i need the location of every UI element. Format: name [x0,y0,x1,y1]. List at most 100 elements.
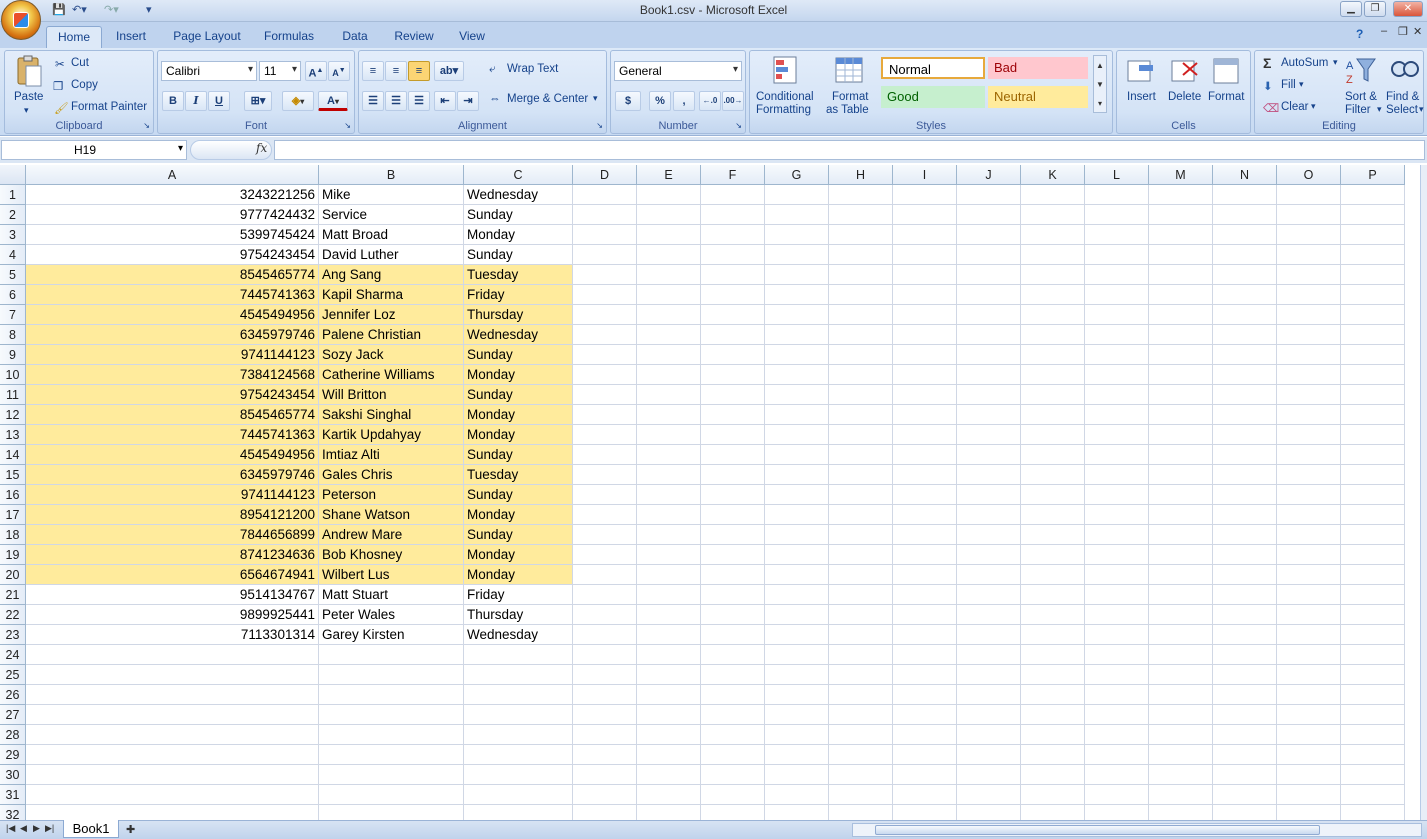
row-header-22[interactable]: 22 [0,605,26,625]
row-header-6[interactable]: 6 [0,285,26,305]
cell-M16[interactable] [1149,485,1213,505]
cell-O20[interactable] [1277,565,1341,585]
cell-O15[interactable] [1277,465,1341,485]
cell-A24[interactable] [26,645,319,665]
cell-O19[interactable] [1277,545,1341,565]
format-cells-button[interactable]: Format [1208,91,1244,103]
cell-I21[interactable] [893,585,957,605]
undo-icon[interactable]: ↶▾ [72,3,87,18]
cell-I5[interactable] [893,265,957,285]
cell-A16[interactable]: 9741144123 [26,485,319,505]
cell-M29[interactable] [1149,745,1213,765]
cell-K2[interactable] [1021,205,1085,225]
cell-M11[interactable] [1149,385,1213,405]
cell-G16[interactable] [765,485,829,505]
cell-E9[interactable] [637,345,701,365]
cell-J16[interactable] [957,485,1021,505]
cell-A26[interactable] [26,685,319,705]
delete-cells-button[interactable]: Delete [1168,91,1201,103]
tab-home[interactable]: Home [46,26,102,48]
row-header-17[interactable]: 17 [0,505,26,525]
cell-I7[interactable] [893,305,957,325]
format-as-table-label[interactable]: Format [832,91,868,103]
tab-review[interactable]: Review [388,26,440,48]
cell-N9[interactable] [1213,345,1277,365]
cell-G20[interactable] [765,565,829,585]
cell-H4[interactable] [829,245,893,265]
cell-J11[interactable] [957,385,1021,405]
cell-C29[interactable] [464,745,573,765]
cell-I30[interactable] [893,765,957,785]
cell-C9[interactable]: Sunday [464,345,573,365]
cell-F17[interactable] [701,505,765,525]
cell-C7[interactable]: Thursday [464,305,573,325]
cell-F26[interactable] [701,685,765,705]
cell-C8[interactable]: Wednesday [464,325,573,345]
clipboard-launcher-icon[interactable]: ↘ [143,121,150,130]
office-button[interactable] [1,0,41,40]
cell-F30[interactable] [701,765,765,785]
cell-K5[interactable] [1021,265,1085,285]
align-top-icon[interactable]: ≡ [362,61,384,81]
cell-E22[interactable] [637,605,701,625]
tab-page-layout[interactable]: Page Layout [168,26,246,48]
italic-button[interactable]: I [185,91,207,111]
cell-E15[interactable] [637,465,701,485]
format-as-table-icon[interactable] [834,55,866,87]
row-header-26[interactable]: 26 [0,685,26,705]
cell-L23[interactable] [1085,625,1149,645]
cell-M22[interactable] [1149,605,1213,625]
customize-qat-icon[interactable]: ▾ [146,3,152,18]
row-header-25[interactable]: 25 [0,665,26,685]
paste-icon[interactable] [13,55,45,87]
cell-F8[interactable] [701,325,765,345]
cell-N31[interactable] [1213,785,1277,805]
cell-G1[interactable] [765,185,829,205]
cell-D6[interactable] [573,285,637,305]
cell-J1[interactable] [957,185,1021,205]
cell-A6[interactable]: 7445741363 [26,285,319,305]
cell-O26[interactable] [1277,685,1341,705]
cell-O9[interactable] [1277,345,1341,365]
cell-P23[interactable] [1341,625,1405,645]
cell-A21[interactable]: 9514134767 [26,585,319,605]
row-header-9[interactable]: 9 [0,345,26,365]
cell-C1[interactable]: Wednesday [464,185,573,205]
cell-K30[interactable] [1021,765,1085,785]
cell-O7[interactable] [1277,305,1341,325]
cell-D31[interactable] [573,785,637,805]
cell-F28[interactable] [701,725,765,745]
cell-D7[interactable] [573,305,637,325]
cell-N26[interactable] [1213,685,1277,705]
cell-C12[interactable]: Monday [464,405,573,425]
cell-L25[interactable] [1085,665,1149,685]
cell-E19[interactable] [637,545,701,565]
cell-P20[interactable] [1341,565,1405,585]
cell-B28[interactable] [319,725,464,745]
find-select-icon[interactable] [1389,55,1421,87]
style-normal[interactable]: Normal [881,57,985,79]
cell-N6[interactable] [1213,285,1277,305]
cell-I24[interactable] [893,645,957,665]
cell-E1[interactable] [637,185,701,205]
cell-H22[interactable] [829,605,893,625]
cell-M26[interactable] [1149,685,1213,705]
cell-G4[interactable] [765,245,829,265]
cell-N5[interactable] [1213,265,1277,285]
cell-I18[interactable] [893,525,957,545]
fill-color-icon[interactable]: ◈▾ [282,91,314,111]
cell-M3[interactable] [1149,225,1213,245]
cell-B32[interactable] [319,805,464,820]
cell-D25[interactable] [573,665,637,685]
cell-C4[interactable]: Sunday [464,245,573,265]
cell-I12[interactable] [893,405,957,425]
cell-D2[interactable] [573,205,637,225]
cell-O8[interactable] [1277,325,1341,345]
cell-A19[interactable]: 8741234636 [26,545,319,565]
grow-font-icon[interactable]: A▲ [305,61,327,81]
cell-F7[interactable] [701,305,765,325]
cell-H32[interactable] [829,805,893,820]
cell-G24[interactable] [765,645,829,665]
cell-C13[interactable]: Monday [464,425,573,445]
comma-button[interactable]: , [673,91,695,111]
